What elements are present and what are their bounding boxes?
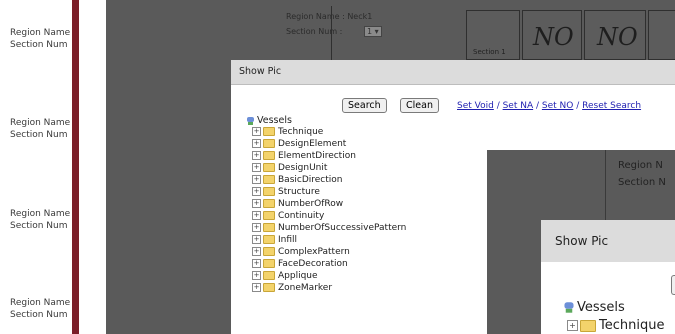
expand-icon[interactable]: + — [252, 211, 261, 220]
folder-icon — [263, 127, 275, 136]
tree-root-label: Vessels — [257, 115, 292, 126]
bg-cell-partial — [648, 10, 675, 60]
dialog-titlebar[interactable]: Show Pic — [231, 60, 675, 85]
tree-item[interactable]: + Applique — [252, 271, 318, 283]
nested-tree-root[interactable]: Vessels — [563, 300, 625, 315]
tree-item-label: Structure — [278, 187, 320, 197]
tree-item[interactable]: + DesignUnit — [252, 163, 327, 175]
tree-item[interactable]: + Continuity — [252, 211, 324, 223]
folder-icon — [263, 259, 275, 268]
set-na-link[interactable]: Set NA — [503, 101, 534, 111]
region-name-label: Region Name — [10, 118, 71, 128]
tree-item-label: ComplexPattern — [278, 247, 350, 257]
nested-tree-item[interactable]: + Technique — [567, 318, 664, 333]
tree-item[interactable]: + NumberOfRow — [252, 199, 343, 211]
expand-icon[interactable]: + — [252, 271, 261, 280]
tree-item[interactable]: + FaceDecoration — [252, 259, 348, 271]
nested-dialog-title: Show Pic — [555, 234, 609, 248]
tree-item-label: DesignUnit — [278, 163, 328, 173]
folder-icon — [263, 163, 275, 172]
nested-button-partial[interactable] — [671, 275, 675, 295]
action-links: Set Void / Set NA / Set NO / Reset Searc… — [457, 101, 642, 111]
folder-icon — [263, 175, 275, 184]
vessel-icon — [247, 116, 254, 125]
tree-item-label: FaceDecoration — [278, 259, 348, 269]
expand-icon[interactable]: + — [567, 320, 578, 331]
expand-icon[interactable]: + — [252, 247, 261, 256]
bg-no-cell: NO — [584, 10, 646, 60]
folder-icon — [263, 235, 275, 244]
tree-item-label: ZoneMarker — [278, 283, 333, 293]
nested-tree-root-label: Vessels — [577, 300, 625, 315]
folder-icon — [263, 223, 275, 232]
tree-item-label: Continuity — [278, 211, 325, 221]
bg-no-mark: NO — [597, 23, 638, 51]
nested-show-pic-dialog: Show Pic — [541, 220, 675, 334]
bg-no-mark: NO — [533, 23, 574, 51]
expand-icon[interactable]: + — [252, 223, 261, 232]
expand-icon[interactable]: + — [252, 235, 261, 244]
region-name-label: Region Name — [10, 298, 71, 308]
folder-icon — [263, 283, 275, 292]
expand-icon[interactable]: + — [252, 163, 261, 172]
bg-section-cell: Section 1 — [466, 10, 520, 60]
section-num-label: Section Num — [10, 130, 68, 140]
clean-button[interactable]: Clean — [400, 98, 439, 113]
bg-no-cell: NO — [522, 10, 582, 60]
tree-item[interactable]: + Structure — [252, 187, 320, 199]
nested-dialog-titlebar[interactable]: Show Pic — [541, 220, 675, 262]
vessel-icon — [564, 302, 574, 313]
reset-search-link[interactable]: Reset Search — [582, 101, 641, 111]
region-name-label: Region Name — [10, 209, 71, 219]
page-gutter — [79, 0, 106, 334]
folder-icon — [580, 319, 596, 332]
tree-item[interactable]: + ComplexPattern — [252, 247, 350, 259]
tree-item[interactable]: + ZoneMarker — [252, 283, 332, 295]
expand-icon[interactable]: + — [252, 127, 261, 136]
tree-item-label: BasicDirection — [278, 175, 343, 185]
tree-item[interactable]: + DesignElement — [252, 139, 346, 151]
nested-region-label: Region N — [618, 160, 663, 171]
expand-icon[interactable]: + — [252, 139, 261, 148]
set-void-link[interactable]: Set Void — [457, 101, 494, 111]
expand-icon[interactable]: + — [252, 187, 261, 196]
dialog-title: Show Pic — [239, 66, 282, 77]
tree-item[interactable]: + NumberOfSuccessivePattern — [252, 223, 406, 235]
folder-icon — [263, 139, 275, 148]
tree-item[interactable]: + Technique — [252, 127, 323, 139]
set-no-link[interactable]: Set NO — [542, 101, 573, 111]
section-num-label: Section Num — [10, 310, 68, 320]
left-panel: Region Name Section Num Region Name Sect… — [0, 0, 72, 334]
tree-item-label: NumberOfRow — [278, 199, 344, 209]
folder-icon — [263, 187, 275, 196]
bg-section-caption: Section 1 — [473, 48, 506, 56]
tree-item-label: ElementDirection — [278, 151, 356, 161]
accent-bar — [72, 0, 79, 334]
search-button[interactable]: Search — [342, 98, 387, 113]
tree-root[interactable]: Vessels — [246, 115, 292, 126]
section-num-label: Section Num — [10, 221, 68, 231]
tree-item-label: Infill — [278, 235, 298, 245]
folder-icon — [263, 151, 275, 160]
tree-item-label: NumberOfSuccessivePattern — [278, 223, 407, 233]
expand-icon[interactable]: + — [252, 199, 261, 208]
nested-section-label: Section N — [618, 177, 666, 188]
folder-icon — [263, 211, 275, 220]
folder-icon — [263, 247, 275, 256]
tree-item-label: Applique — [278, 271, 318, 281]
tree-item-label: Technique — [278, 127, 324, 137]
region-name-label: Region Name — [10, 28, 71, 38]
expand-icon[interactable]: + — [252, 283, 261, 292]
folder-icon — [263, 199, 275, 208]
expand-icon[interactable]: + — [252, 151, 261, 160]
folder-icon — [263, 271, 275, 280]
expand-icon[interactable]: + — [252, 259, 261, 268]
section-num-label: Section Num — [10, 40, 68, 50]
tree-item[interactable]: + ElementDirection — [252, 151, 356, 163]
tree-item-label: DesignElement — [278, 139, 347, 149]
nested-tree-item-label: Technique — [599, 318, 665, 333]
tree-item[interactable]: + BasicDirection — [252, 175, 343, 187]
expand-icon[interactable]: + — [252, 175, 261, 184]
tree-item[interactable]: + Infill — [252, 235, 297, 247]
